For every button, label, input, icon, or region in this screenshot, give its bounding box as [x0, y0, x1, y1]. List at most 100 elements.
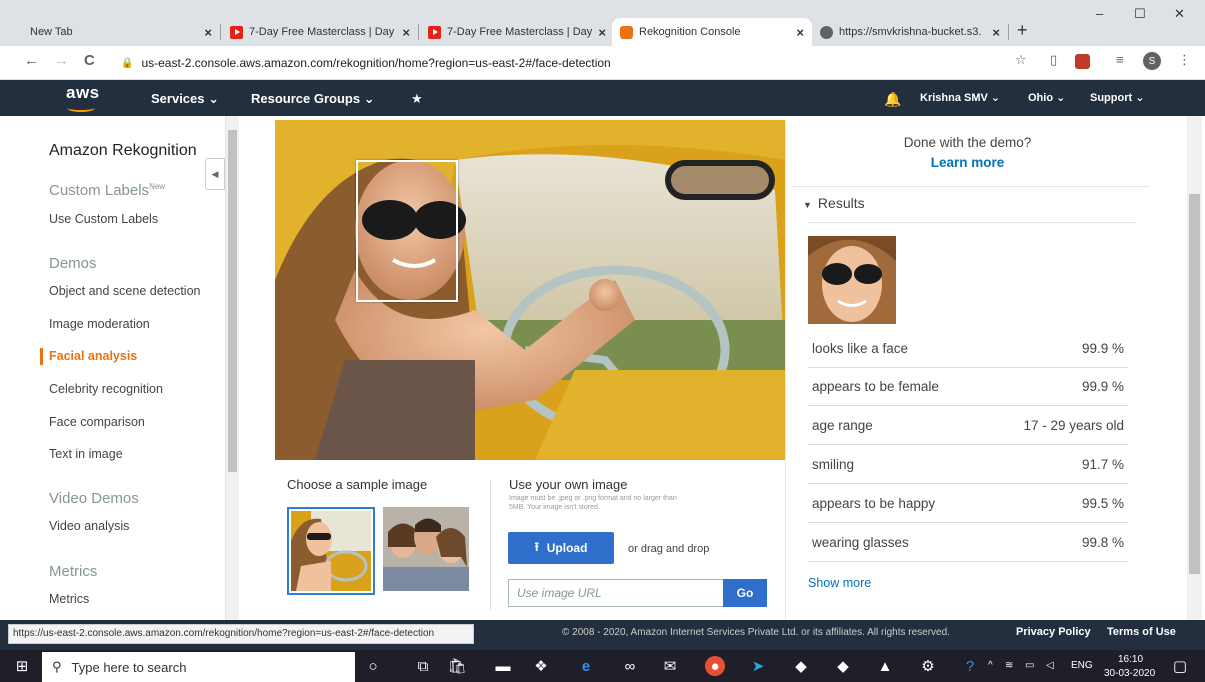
caret-down-icon: ▼ — [803, 200, 812, 210]
extension-red-icon[interactable] — [1075, 54, 1090, 69]
user-menu[interactable]: Krishna SMV ⌄ — [920, 91, 1000, 104]
sidebar-scrollbar-thumb[interactable] — [228, 130, 237, 472]
task-view-icon[interactable]: ⧉ — [413, 656, 433, 676]
back-button[interactable]: ← — [24, 52, 39, 69]
services-menu[interactable]: Services ⌄ — [151, 91, 219, 107]
car-driver-photo — [275, 120, 785, 460]
tab-masterclass-1[interactable]: 7-Day Free Masterclass | Day 1 × — [222, 18, 418, 46]
sidebar-item-object-scene[interactable]: Object and scene detection — [49, 284, 201, 298]
sample-image-2[interactable] — [383, 507, 469, 591]
settings-gear-icon[interactable]: ⚙ — [918, 656, 938, 676]
tab-new-tab[interactable]: New Tab × — [22, 18, 220, 46]
edge-icon[interactable]: e — [576, 656, 596, 676]
clock-time[interactable]: 16:10 — [1118, 654, 1143, 665]
sidebar-item-metrics[interactable]: Metrics — [49, 592, 89, 606]
language-indicator[interactable]: ENG — [1071, 660, 1093, 671]
app-icon[interactable]: ◆ — [791, 656, 811, 676]
new-tab-button[interactable]: + — [1017, 20, 1028, 41]
chevron-down-icon: ⌄ — [208, 91, 220, 106]
image-url-input[interactable]: Use image URL — [508, 579, 724, 607]
learn-more-link[interactable]: Learn more — [785, 155, 1150, 170]
sidebar-item-image-moderation[interactable]: Image moderation — [49, 317, 150, 331]
divider — [792, 186, 1150, 187]
url-bar[interactable]: 🔒 us-east-2.console.aws.amazon.com/rekogn… — [113, 51, 1053, 75]
url-text[interactable]: us-east-2.console.aws.amazon.com/rekogni… — [141, 56, 610, 70]
copyright-text: © 2008 - 2020, Amazon Internet Services … — [562, 627, 950, 638]
sample-image-1[interactable] — [287, 507, 375, 595]
bookmark-star-icon[interactable]: ☆ — [1015, 52, 1027, 68]
tab-close-button[interactable]: × — [402, 25, 410, 40]
taskbar-search[interactable]: ⚲ Type here to search — [42, 652, 355, 682]
tab-close-button[interactable]: × — [598, 25, 606, 40]
user-label: Krishna SMV — [920, 92, 988, 104]
battery-icon[interactable]: ▭ — [1025, 660, 1034, 671]
go-button[interactable]: Go — [723, 579, 767, 607]
pin-icon[interactable]: ★ — [411, 91, 423, 107]
sidebar-item-text-in-image[interactable]: Text in image — [49, 447, 123, 461]
tray-chevron-up-icon[interactable]: ^ — [988, 660, 993, 671]
notification-icon[interactable]: ▢ — [1170, 656, 1190, 676]
tab-close-button[interactable]: × — [992, 25, 1000, 40]
reload-button[interactable]: C — [84, 52, 95, 69]
windows-start-icon[interactable]: ⊞ — [12, 656, 32, 676]
upload-button[interactable]: ⭱ Upload — [508, 532, 614, 564]
resource-groups-menu[interactable]: Resource Groups ⌄ — [251, 91, 375, 107]
aws-logo[interactable]: aws — [66, 83, 100, 112]
photos-icon[interactable]: ▲ — [875, 656, 895, 676]
tab-title: Rekognition Console — [639, 26, 741, 38]
sidebar-item-facial-analysis[interactable]: Facial analysis — [49, 349, 137, 363]
result-row: age range 17 - 29 years old — [808, 407, 1128, 445]
playlist-icon[interactable]: ≡ — [1116, 52, 1124, 67]
results-toggle[interactable]: ▼ Results — [803, 195, 865, 211]
tab-close-button[interactable]: × — [796, 25, 804, 40]
volume-icon[interactable]: ◁ — [1046, 660, 1054, 671]
close-window-button[interactable]: ✕ — [1174, 6, 1185, 22]
sidebar-collapse-button[interactable]: ◀ — [205, 158, 225, 190]
terms-of-use-link[interactable]: Terms of Use — [1107, 626, 1176, 638]
face-crop-image — [808, 236, 896, 324]
maximize-button[interactable]: ☐ — [1134, 6, 1146, 22]
region-menu[interactable]: Ohio ⌄ — [1028, 91, 1065, 104]
telegram-icon[interactable]: ➤ — [748, 656, 768, 676]
tab-title: 7-Day Free Masterclass | Day 1 — [447, 26, 593, 38]
chrome-icon[interactable]: ● — [705, 656, 725, 676]
file-explorer-icon[interactable]: ▬ — [493, 656, 513, 676]
results-header: Results — [817, 195, 865, 211]
sidebar-item-celebrity-recognition[interactable]: Celebrity recognition — [49, 382, 163, 396]
sidebar-item-video-analysis[interactable]: Video analysis — [49, 519, 129, 533]
forward-button[interactable]: → — [54, 52, 69, 69]
chevron-down-icon: ⌄ — [1056, 92, 1066, 104]
network-icon[interactable]: ≋ — [1005, 660, 1013, 671]
support-label: Support — [1090, 92, 1133, 104]
upload-icon: ⭱ — [534, 539, 539, 554]
minimize-button[interactable]: – — [1096, 6, 1103, 21]
show-more-link[interactable]: Show more — [808, 576, 871, 590]
cortana-icon[interactable]: ○ — [363, 656, 383, 676]
clock-date[interactable]: 30-03-2020 — [1104, 668, 1155, 679]
tab-rekognition-console[interactable]: Rekognition Console × — [612, 18, 812, 46]
mail-icon[interactable]: ✉ — [660, 656, 680, 676]
tab-s3-bucket[interactable]: https://smvkrishna-bucket.s3. × — [812, 18, 1008, 46]
app-icon[interactable]: ◆ — [833, 656, 853, 676]
tab-separator — [1008, 24, 1009, 40]
tab-masterclass-2[interactable]: 7-Day Free Masterclass | Day 1 × — [420, 18, 614, 46]
result-value: 99.9 % — [1081, 379, 1124, 394]
support-menu[interactable]: Support ⌄ — [1090, 91, 1144, 104]
browser-menu-icon[interactable]: ⋮ — [1178, 52, 1191, 68]
sidebar-section-custom-labels: Custom LabelsNew — [49, 182, 165, 199]
tab-close-button[interactable]: × — [204, 25, 212, 40]
infinity-icon[interactable]: ∞ — [620, 656, 640, 676]
profile-avatar[interactable]: S — [1143, 52, 1161, 70]
main-scrollbar-thumb[interactable] — [1189, 194, 1200, 574]
privacy-policy-link[interactable]: Privacy Policy — [1016, 626, 1091, 638]
store-icon[interactable]: 🛍 — [447, 656, 467, 676]
extension-icon[interactable]: ▯ — [1050, 52, 1057, 68]
sidebar-item-use-custom-labels[interactable]: Use Custom Labels — [49, 212, 158, 226]
dropbox-icon[interactable]: ❖ — [531, 656, 551, 676]
bell-icon[interactable]: 🔔 — [884, 91, 901, 108]
help-icon[interactable]: ? — [960, 656, 980, 676]
sidebar-item-face-comparison[interactable]: Face comparison — [49, 415, 145, 429]
aws-smile-icon — [67, 104, 95, 112]
resource-groups-label: Resource Groups — [251, 91, 361, 106]
section-divider — [490, 480, 491, 610]
